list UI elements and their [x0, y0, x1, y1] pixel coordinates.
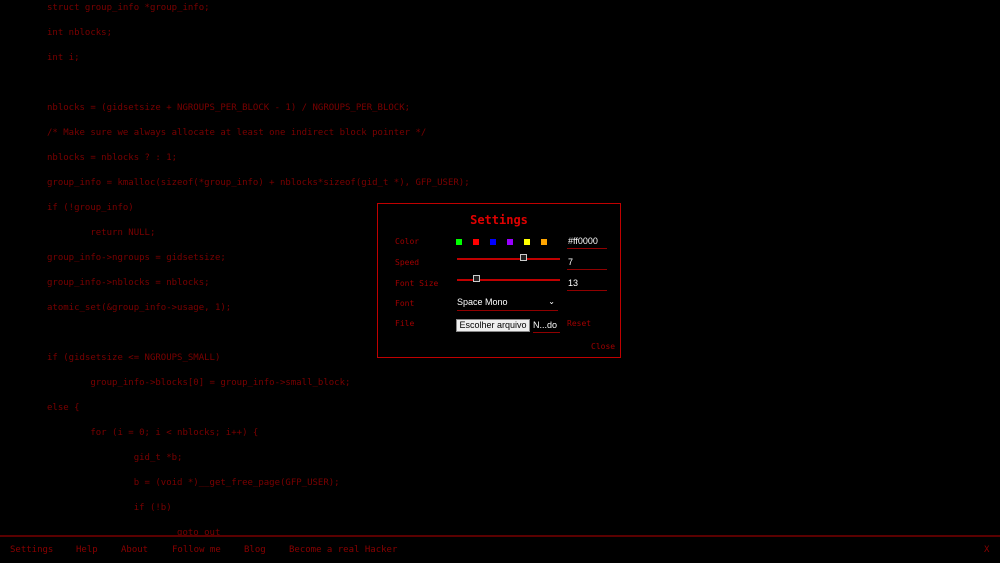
- font-size-slider-thumb[interactable]: [473, 275, 481, 282]
- font-size-slider[interactable]: [457, 275, 560, 282]
- color-input[interactable]: [567, 234, 607, 249]
- file-name: N...do: [533, 319, 560, 333]
- color-swatch-green[interactable]: [456, 239, 462, 245]
- code-line: for (i = 0; i < nblocks; i++) {: [47, 428, 259, 438]
- speed-slider[interactable]: [457, 254, 560, 261]
- nav-follow-me[interactable]: Follow me: [172, 545, 221, 555]
- nav-blog[interactable]: Blog: [244, 545, 266, 555]
- code-line: group_info = kmalloc(sizeof(*group_info)…: [47, 178, 470, 188]
- footer-close-button[interactable]: X: [984, 545, 989, 555]
- code-line: gid_t *b;: [47, 453, 183, 463]
- nav-become-hacker[interactable]: Become a real Hacker: [289, 545, 397, 555]
- code-line: struct group_info *group_info;: [47, 3, 210, 13]
- color-label: Color: [395, 237, 420, 246]
- settings-title: Settings: [470, 213, 528, 227]
- code-line: else {: [47, 403, 80, 413]
- choose-file-button[interactable]: Escolher arquivo: [456, 319, 530, 332]
- nav-about[interactable]: About: [121, 545, 148, 555]
- font-select-value: Space Mono: [457, 297, 508, 307]
- color-swatch-orange[interactable]: [541, 239, 547, 245]
- font-select[interactable]: Space Mono ⌄: [457, 297, 558, 311]
- file-label: File: [395, 319, 415, 328]
- color-swatch-purple[interactable]: [507, 239, 513, 245]
- reset-button[interactable]: Reset: [567, 319, 591, 328]
- code-line: nblocks = nblocks ? : 1;: [47, 153, 178, 163]
- speed-input[interactable]: [567, 255, 607, 270]
- code-line: b = (void *)__get_free_page(GFP_USER);: [47, 478, 340, 488]
- speed-slider-thumb[interactable]: [520, 254, 528, 261]
- code-line: int i;: [47, 53, 80, 63]
- settings-dialog: Settings Color Speed Font Size Font Spac…: [377, 203, 621, 358]
- speed-label: Speed: [395, 258, 420, 267]
- close-button[interactable]: Close: [591, 342, 615, 351]
- code-line: if (!b): [47, 503, 172, 513]
- nav-settings[interactable]: Settings: [10, 545, 53, 555]
- font-size-input[interactable]: [567, 276, 607, 291]
- footer-nav: Settings Help About Follow me Blog Becom…: [0, 535, 1000, 563]
- color-swatch-blue[interactable]: [490, 239, 496, 245]
- code-line: nblocks = (gidsetsize + NGROUPS_PER_BLOC…: [47, 103, 411, 113]
- nav-help[interactable]: Help: [76, 545, 98, 555]
- code-line: int nblocks;: [47, 28, 113, 38]
- color-swatch-yellow[interactable]: [524, 239, 530, 245]
- chevron-down-icon: ⌄: [548, 297, 555, 306]
- code-line: group_info->blocks[0] = group_info->smal…: [47, 378, 351, 388]
- code-line: /* Make sure we always allocate at least…: [47, 128, 427, 138]
- color-swatch-red[interactable]: [473, 239, 479, 245]
- font-label: Font: [395, 299, 415, 308]
- font-size-label: Font Size: [395, 279, 439, 288]
